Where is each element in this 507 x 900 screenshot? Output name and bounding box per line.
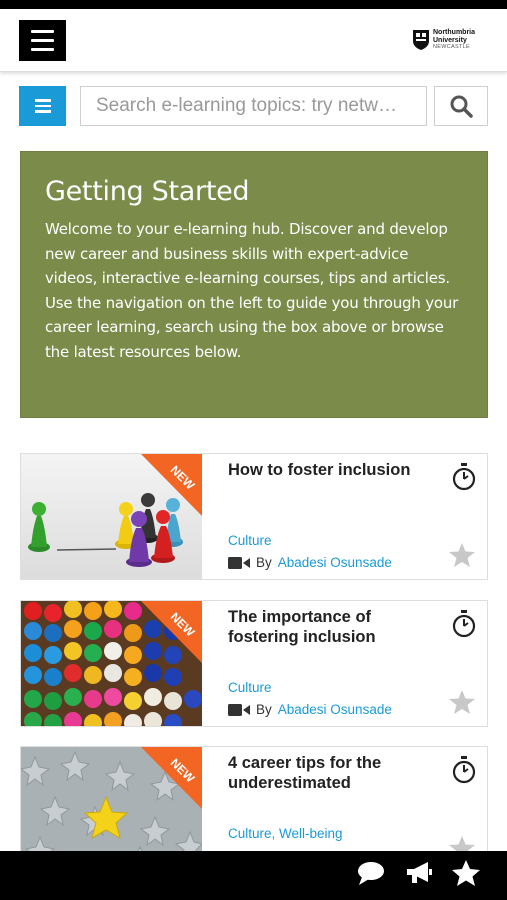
card-title[interactable]: 4 career tips for the underestimated — [228, 753, 438, 793]
author-link[interactable]: Abadesi Osunsade — [278, 555, 392, 570]
favourite-star-icon[interactable] — [448, 542, 476, 568]
star-icon[interactable] — [451, 859, 481, 887]
logo-line-3: NEWCASTLE — [433, 44, 470, 50]
card-title[interactable]: The importance of fostering inclusion — [228, 607, 438, 647]
app-header: Northumbria University NEWCASTLE — [0, 9, 507, 72]
shield-logo-icon — [413, 30, 429, 51]
getting-started-panel: Getting Started Welcome to your e-learni… — [20, 151, 488, 418]
search-icon — [450, 95, 473, 118]
stopwatch-icon — [452, 463, 476, 491]
colored-balls-image: NEW — [21, 601, 202, 726]
video-camera-icon — [228, 556, 250, 569]
logo-line-1: Northumbria — [433, 29, 475, 36]
megaphone-icon[interactable] — [404, 859, 434, 887]
video-camera-icon — [228, 703, 250, 716]
resource-card[interactable]: NEW How to foster inclusion Culture By A… — [20, 453, 488, 580]
hamburger-menu-icon[interactable] — [19, 20, 66, 61]
resource-card[interactable]: NEW The importance of fostering inclusio… — [20, 600, 488, 727]
author-link[interactable]: Abadesi Osunsade — [278, 702, 392, 717]
card-category[interactable]: Culture, Well-being — [228, 826, 343, 841]
getting-started-body: Welcome to your e-learning hub. Discover… — [45, 220, 459, 361]
card-thumbnail[interactable]: NEW — [21, 601, 202, 726]
getting-started-title: Getting Started — [45, 176, 250, 207]
search-button[interactable] — [434, 86, 488, 126]
list-menu-icon[interactable] — [19, 86, 66, 126]
card-category[interactable]: Culture — [228, 680, 272, 695]
stopwatch-icon — [452, 610, 476, 638]
status-strip — [0, 0, 507, 9]
by-label: By — [256, 702, 272, 717]
card-author-line: By Abadesi Osunsade — [228, 702, 392, 717]
game-pieces-image: NEW — [21, 454, 202, 579]
card-thumbnail[interactable]: NEW — [21, 454, 202, 579]
bottom-action-bar — [0, 851, 507, 900]
favourite-star-icon[interactable] — [448, 689, 476, 715]
card-category[interactable]: Culture — [228, 533, 272, 548]
card-author-line: By Abadesi Osunsade — [228, 555, 392, 570]
by-label: By — [256, 555, 272, 570]
logo-line-2: University — [433, 36, 467, 44]
card-title[interactable]: How to foster inclusion — [228, 460, 438, 480]
chat-bubble-icon[interactable] — [356, 859, 386, 887]
search-bar — [19, 86, 488, 126]
stopwatch-icon — [452, 756, 476, 784]
university-logo[interactable]: Northumbria University NEWCASTLE — [413, 29, 475, 52]
search-input[interactable] — [80, 86, 427, 126]
